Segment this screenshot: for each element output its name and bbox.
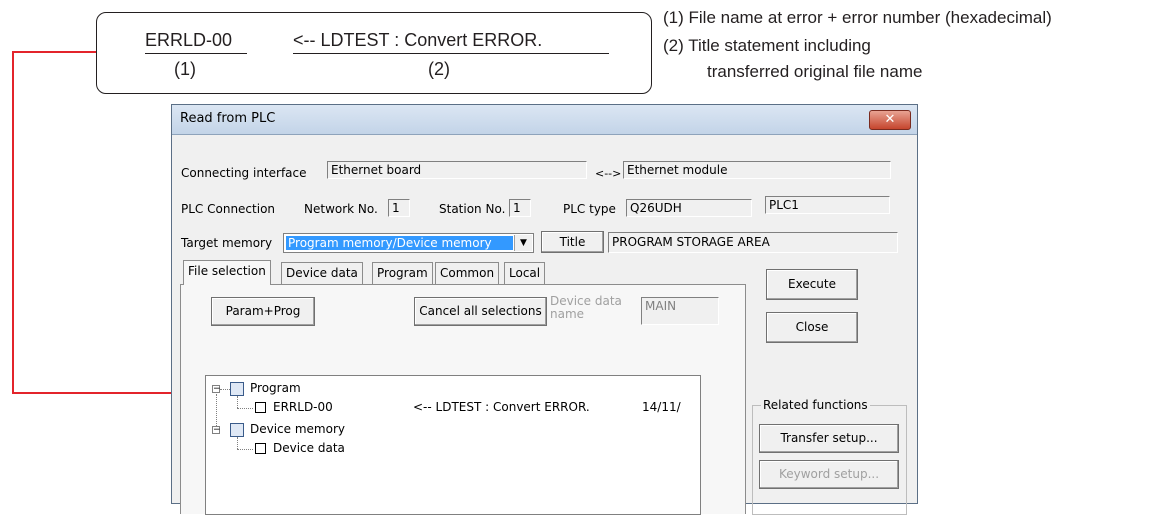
close-button[interactable]: Close — [766, 312, 858, 343]
note-2: (2) Title statement including — [663, 36, 871, 55]
device-data-name-label: Device data name — [550, 294, 622, 321]
title-bar[interactable]: Read from PLC ✕ — [172, 105, 917, 135]
tree-item-errld[interactable]: ERRLD-00 — [273, 400, 333, 414]
plc-name-field: PLC1 — [765, 196, 890, 214]
marker-2: (2) — [428, 59, 450, 79]
tree-item-device-data[interactable]: Device data — [273, 441, 345, 455]
execute-button[interactable]: Execute — [766, 269, 858, 300]
transfer-setup-button[interactable]: Transfer setup... — [759, 424, 899, 453]
tree-connector — [237, 396, 238, 408]
tab-common[interactable]: Common — [435, 262, 500, 284]
read-from-plc-window: Read from PLC ✕ Connecting interface Eth… — [171, 104, 918, 515]
program-folder-icon — [230, 382, 244, 396]
callout-title-statement: <-- LDTEST : Convert ERROR. — [293, 30, 543, 50]
tab-local[interactable]: Local — [504, 262, 546, 284]
network-no-field: 1 — [388, 199, 410, 217]
title-button[interactable]: Title — [541, 231, 604, 253]
pointer-line-vertical — [12, 51, 14, 394]
tab-file-selection[interactable]: File selection — [183, 260, 271, 285]
station-no-label: Station No. — [439, 202, 506, 216]
plc-type-field: Q26UDH — [626, 199, 752, 217]
tab-device-data[interactable]: Device data — [281, 262, 363, 284]
param-prog-button[interactable]: Param+Prog — [211, 297, 315, 326]
related-functions-group: Related functions Transfer setup... Keyw… — [752, 398, 907, 515]
filename-underline — [145, 53, 247, 54]
note-1: (1) File name at error + error number (h… — [663, 8, 1052, 27]
collapse-icon[interactable]: − — [212, 385, 221, 394]
target-memory-dropdown[interactable]: Program memory/Device memory ▼ — [283, 233, 534, 253]
target-memory-label: Target memory — [181, 236, 273, 250]
connecting-interface-field: Ethernet board — [327, 161, 587, 179]
errld-checkbox[interactable] — [255, 402, 266, 413]
tree-item-device-memory[interactable]: Device memory — [250, 422, 345, 436]
title-underline — [293, 53, 609, 54]
window-title: Read from PLC — [180, 111, 276, 126]
related-functions-label: Related functions — [761, 398, 870, 412]
chevron-down-icon[interactable]: ▼ — [514, 235, 532, 251]
note-3: transferred original file name — [707, 62, 923, 81]
plc-type-label: PLC type — [563, 202, 616, 216]
file-tree: − Program ERRLD-00 <-- LDTEST : Convert … — [205, 375, 701, 515]
title-field: PROGRAM STORAGE AREA — [608, 232, 898, 253]
keyword-setup-button[interactable]: Keyword setup... — [759, 460, 899, 489]
station-no-field: 1 — [509, 199, 531, 217]
network-no-label: Network No. — [304, 202, 378, 216]
tree-item-errld-title: <-- LDTEST : Convert ERROR. — [413, 400, 590, 414]
plc-connection-label: PLC Connection — [181, 202, 276, 216]
close-icon[interactable]: ✕ — [869, 110, 911, 130]
tree-connector — [237, 449, 253, 450]
marker-1: (1) — [174, 59, 196, 79]
connect-arrow: <--> — [595, 167, 622, 180]
device-memory-icon — [230, 423, 244, 437]
connected-module-field: Ethernet module — [623, 161, 891, 179]
tree-item-program[interactable]: Program — [250, 381, 301, 395]
device-data-name-field: MAIN — [641, 297, 719, 325]
pointer-line-bottom — [12, 392, 190, 394]
collapse-icon[interactable]: − — [212, 426, 221, 435]
tree-connector — [237, 437, 238, 449]
target-memory-value: Program memory/Device memory — [286, 236, 513, 250]
tab-program[interactable]: Program — [372, 262, 433, 284]
tree-connector — [220, 389, 230, 390]
cancel-all-selections-button[interactable]: Cancel all selections — [414, 297, 547, 326]
device-data-checkbox[interactable] — [255, 443, 266, 454]
tree-item-errld-date: 14/11/ — [642, 400, 681, 414]
callout-box: ERRLD-00 <-- LDTEST : Convert ERROR. (1)… — [96, 12, 652, 94]
callout-filename: ERRLD-00 — [145, 30, 233, 50]
tree-connector — [237, 408, 253, 409]
connecting-interface-label: Connecting interface — [181, 166, 307, 180]
pointer-line-top — [12, 51, 96, 53]
